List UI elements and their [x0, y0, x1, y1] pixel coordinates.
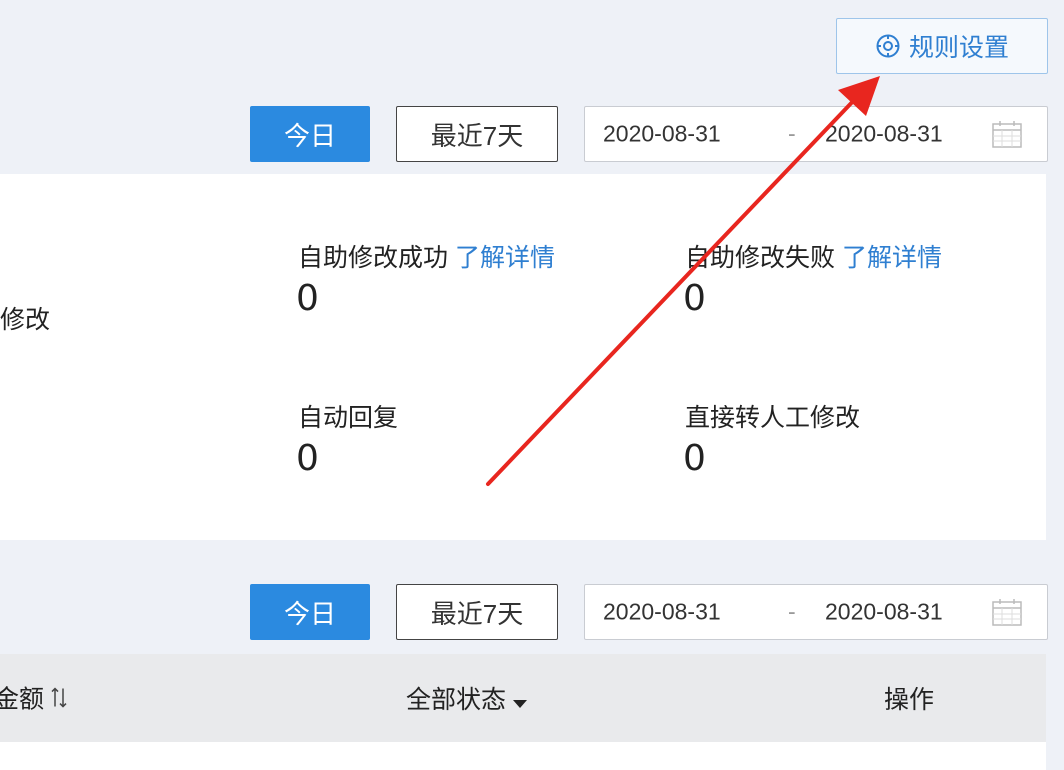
date-separator: - — [788, 120, 796, 147]
column-amount[interactable]: 金额 — [0, 680, 67, 717]
stat-self-fail-label: 自助修改失败 了解详情 — [685, 238, 942, 274]
learn-more-link[interactable]: 了解详情 — [842, 244, 942, 272]
learn-more-link[interactable]: 了解详情 — [455, 244, 555, 272]
date-start: 2020-08-31 — [603, 120, 721, 147]
calendar-icon[interactable] — [991, 597, 1023, 627]
stat-manual-value: 0 — [683, 438, 706, 479]
stat-auto-reply-value: 0 — [296, 438, 319, 479]
rule-settings-label: 规则设置 — [908, 34, 1009, 62]
stat-title: 自动回复 — [298, 404, 399, 432]
column-label: 操作 — [884, 686, 935, 714]
column-label: 金额 — [0, 685, 45, 714]
date-separator: - — [788, 598, 796, 625]
last-7-days-button[interactable]: 最近7天 — [396, 584, 558, 640]
table-header: 金额 全部状态 操作 — [0, 654, 1046, 742]
stat-title: 直接转人工修改 — [685, 404, 861, 432]
date-range-picker[interactable]: 2020-08-31 - 2020-08-31 — [584, 584, 1048, 640]
stat-title: 自助修改失败 — [685, 244, 836, 272]
stat-title: 自助修改成功 — [298, 244, 449, 272]
stat-auto-reply-label: 自动回复 — [298, 398, 398, 434]
date-range-picker[interactable]: 2020-08-31 - 2020-08-31 — [584, 106, 1048, 162]
today-label: 今日 — [283, 598, 336, 629]
calendar-icon[interactable] — [991, 119, 1023, 149]
caret-down-icon[interactable] — [512, 687, 527, 716]
today-button[interactable]: 今日 — [250, 584, 370, 640]
date-start: 2020-08-31 — [603, 598, 721, 625]
date-end: 2020-08-31 — [825, 120, 943, 147]
sort-icon[interactable] — [51, 685, 67, 716]
column-label: 全部状态 — [406, 686, 507, 714]
stat-self-success-label: 自助修改成功 了解详情 — [298, 238, 555, 274]
last-7-days-label: 最近7天 — [430, 598, 524, 629]
today-label: 今日 — [283, 120, 336, 151]
section-label: 修改 — [0, 306, 51, 334]
today-button[interactable]: 今日 — [250, 106, 370, 162]
last-7-days-label: 最近7天 — [430, 120, 524, 151]
column-actions: 操作 — [884, 680, 934, 716]
stat-manual-label: 直接转人工修改 — [685, 398, 860, 434]
last-7-days-button[interactable]: 最近7天 — [396, 106, 558, 162]
date-end: 2020-08-31 — [825, 598, 943, 625]
stats-panel: 修改 自助修改成功 了解详情 0 自助修改失败 了解详情 0 自动回复 0 直接… — [0, 174, 1046, 540]
table-body — [0, 742, 1046, 770]
settings-cog-icon — [875, 33, 901, 59]
rule-settings-button[interactable]: 规则设置 — [836, 18, 1048, 74]
stat-self-fail-value: 0 — [683, 278, 706, 319]
stat-self-success-value: 0 — [296, 278, 319, 319]
column-status[interactable]: 全部状态 — [406, 680, 527, 716]
